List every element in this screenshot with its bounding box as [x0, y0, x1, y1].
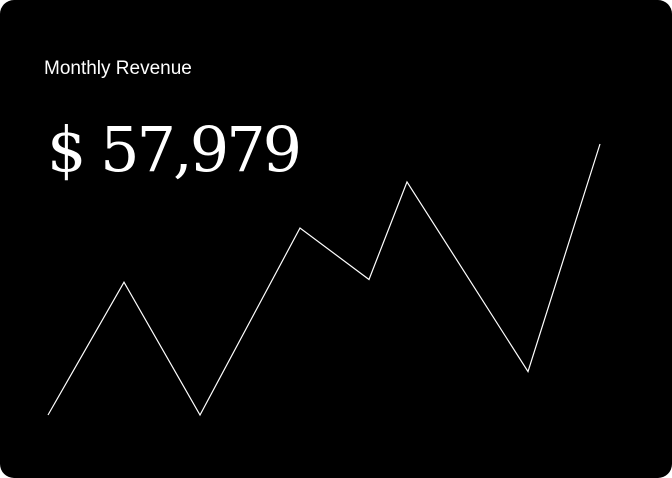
sparkline-series-line: [47, 143, 601, 417]
revenue-sparkline: [47, 143, 601, 417]
monthly-revenue-card: Monthly Revenue $ 57,979: [0, 0, 672, 478]
